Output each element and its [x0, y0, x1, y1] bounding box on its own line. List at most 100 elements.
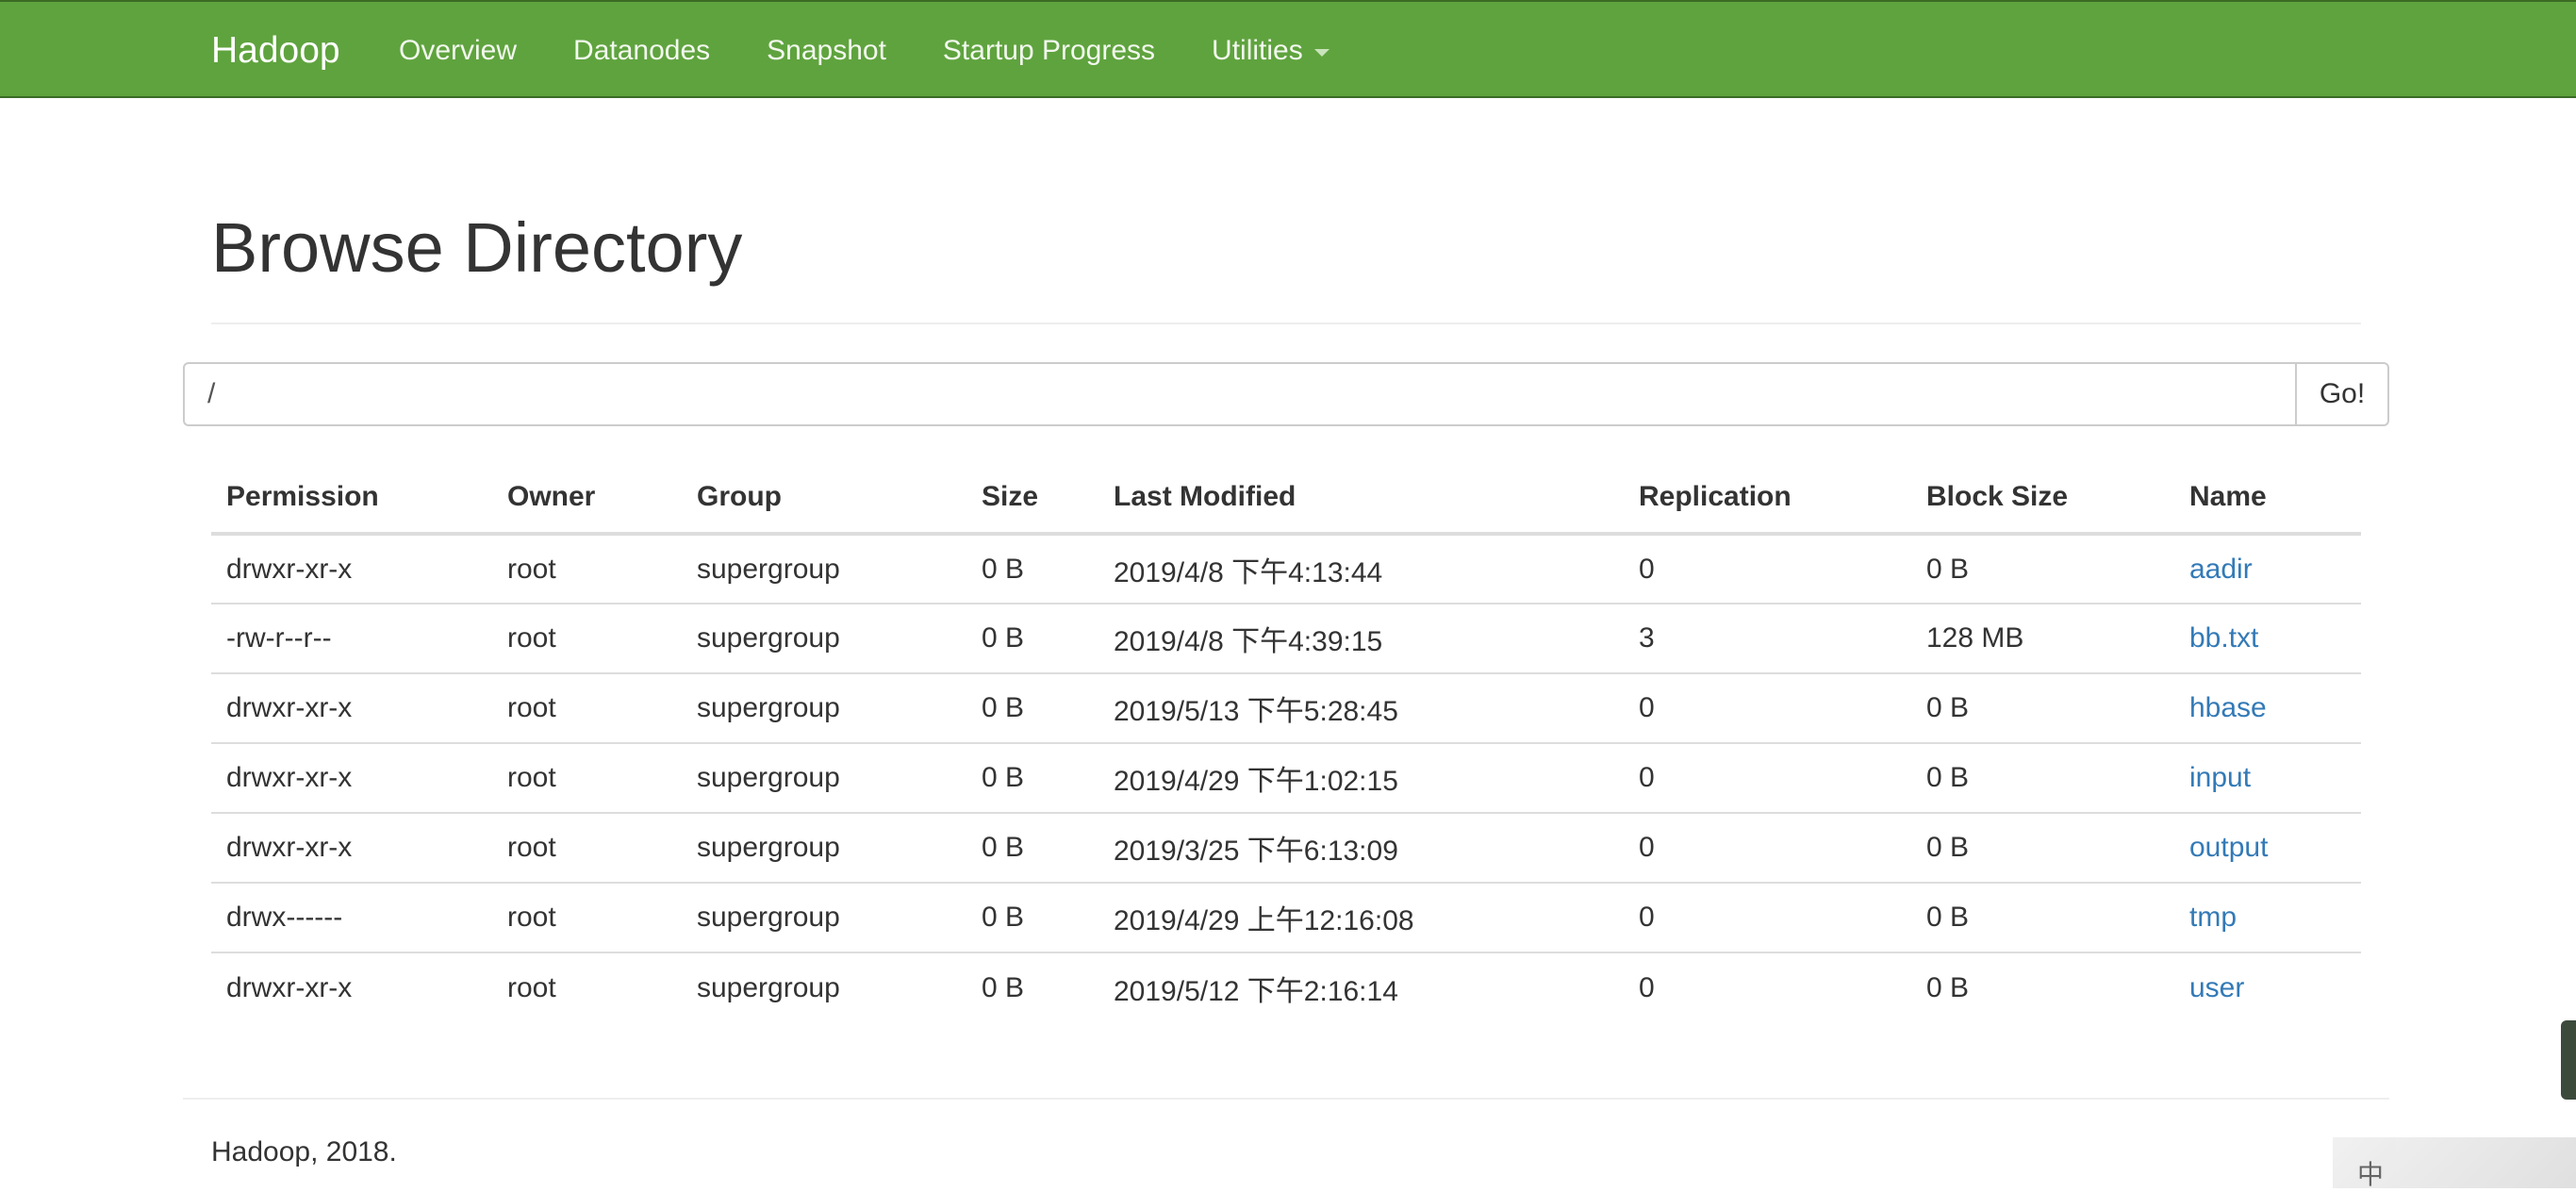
directory-table: Permission Owner Group Size Last Modifie…: [211, 462, 2361, 1022]
column-header-name[interactable]: Name: [2174, 462, 2361, 536]
cell-last-modified: 2019/4/8 下午4:13:44: [1114, 556, 1383, 588]
cell-last-modified: 2019/5/13 下午5:28:45: [1098, 672, 1624, 743]
go-button[interactable]: Go!: [2295, 362, 2389, 426]
caret-down-icon: [1313, 49, 1329, 57]
cell-replication: 0: [1624, 812, 1911, 883]
cell-group: supergroup: [682, 882, 966, 952]
watermark: 中: [2333, 1137, 2576, 1189]
column-header-group[interactable]: Group: [682, 462, 966, 536]
cell-replication: 0: [1624, 882, 1911, 952]
cell-permission: drwxr-xr-x: [211, 672, 492, 743]
nav-item-snapshot[interactable]: Snapshot: [738, 2, 915, 100]
name-link[interactable]: input: [2189, 762, 2251, 793]
cell-permission: drwxr-xr-x: [226, 553, 353, 585]
column-header-owner[interactable]: Owner: [492, 462, 682, 536]
name-link[interactable]: bb.txt: [2189, 622, 2258, 654]
name-link[interactable]: aadir: [2189, 554, 2253, 585]
cell-owner: root: [492, 952, 682, 1022]
cell-owner: root: [492, 672, 682, 743]
cell-permission: drwxr-xr-x: [211, 742, 492, 813]
nav-item-label: Startup Progress: [942, 35, 1156, 66]
cell-replication: 0: [1639, 553, 1655, 585]
cell-group: supergroup: [697, 553, 840, 585]
cell-owner: root: [492, 882, 682, 952]
table-row: -rw-r--r-- root supergroup 0 B 2019/4/8 …: [211, 603, 2361, 673]
cell-size: 0 B: [966, 952, 1098, 1022]
table-row: drwxr-xr-x root supergroup 0 B 2019/5/12…: [211, 952, 2361, 1022]
cell-last-modified: 2019/5/12 下午2:16:14: [1098, 952, 1624, 1022]
cell-last-modified: 2019/4/8 下午4:39:15: [1098, 603, 1624, 673]
navbar: Hadoop Overview Datanodes Snapshot Start…: [0, 0, 2576, 98]
cell-group: supergroup: [682, 672, 966, 743]
column-header-permission[interactable]: Permission: [211, 462, 492, 536]
cell-size: 0 B: [982, 553, 1025, 585]
name-link[interactable]: output: [2189, 832, 2268, 863]
cell-permission: -rw-r--r--: [211, 603, 492, 673]
cell-replication: 0: [1624, 672, 1911, 743]
column-header-block-size[interactable]: Block Size: [1911, 462, 2174, 536]
cell-block-size: 0 B: [1911, 742, 2174, 813]
cell-last-modified: 2019/3/25 下午6:13:09: [1098, 812, 1624, 883]
cell-name: input: [2174, 742, 2361, 813]
cell-name: user: [2174, 952, 2361, 1022]
cell-size: 0 B: [966, 742, 1098, 813]
cell-group: supergroup: [682, 952, 966, 1022]
cell-last-modified: 2019/4/29 上午12:16:08: [1098, 882, 1624, 952]
cell-block-size: 0 B: [1926, 553, 1970, 585]
cell-permission: drwx------: [211, 882, 492, 952]
cell-block-size: 128 MB: [1911, 603, 2174, 673]
column-header-last-modified[interactable]: Last Modified: [1098, 462, 1624, 536]
nav-item-utilities-dropdown[interactable]: Utilities: [1183, 2, 1358, 100]
cell-replication: 3: [1624, 603, 1911, 673]
footer-divider: [183, 1098, 2389, 1100]
page-title: Browse Directory: [211, 208, 743, 287]
nav-item-label: Utilities: [1212, 35, 1303, 66]
cell-name: bb.txt: [2174, 603, 2361, 673]
cell-owner: root: [492, 742, 682, 813]
nav-menu: Overview Datanodes Snapshot Startup Prog…: [371, 2, 1358, 100]
cell-permission: drwxr-xr-x: [211, 812, 492, 883]
cell-block-size: 0 B: [1911, 952, 2174, 1022]
cell-owner: root: [507, 553, 556, 585]
cell-name: hbase: [2174, 672, 2361, 743]
nav-item-overview[interactable]: Overview: [371, 2, 545, 100]
cell-size: 0 B: [966, 812, 1098, 883]
cell-name: tmp: [2174, 882, 2361, 952]
cell-size: 0 B: [966, 882, 1098, 952]
cell-group: supergroup: [682, 742, 966, 813]
cell-block-size: 0 B: [1911, 882, 2174, 952]
table-row: drwxr-xr-x root supergroup 0 B 2019/4/29…: [211, 742, 2361, 813]
cell-name: output: [2174, 812, 2361, 883]
column-header-size[interactable]: Size: [966, 462, 1098, 536]
path-search-group: Go!: [183, 362, 2389, 426]
name-link[interactable]: tmp: [2189, 902, 2237, 933]
path-input[interactable]: [183, 362, 2295, 426]
watermark-glyph: 中: [2357, 1160, 2385, 1189]
cell-group: supergroup: [682, 603, 966, 673]
nav-item-label: Snapshot: [767, 35, 886, 66]
cell-replication: 0: [1624, 952, 1911, 1022]
table-row: drwxr-xr-x root supergroup 0 B 2019/4/8 …: [211, 534, 2361, 604]
name-link[interactable]: hbase: [2189, 692, 2267, 723]
table-header-row: Permission Owner Group Size Last Modifie…: [211, 462, 2361, 536]
side-panel-handle[interactable]: [2561, 1020, 2576, 1100]
brand-link[interactable]: Hadoop: [211, 28, 340, 74]
table-row: drwxr-xr-x root supergroup 0 B 2019/5/13…: [211, 672, 2361, 743]
header-divider: [211, 323, 2361, 324]
cell-last-modified: 2019/4/29 下午1:02:15: [1098, 742, 1624, 813]
table-row: drwxr-xr-x root supergroup 0 B 2019/3/25…: [211, 812, 2361, 883]
cell-block-size: 0 B: [1911, 672, 2174, 743]
nav-item-datanodes[interactable]: Datanodes: [545, 2, 738, 100]
nav-item-startup-progress[interactable]: Startup Progress: [915, 2, 1183, 100]
nav-item-label: Datanodes: [573, 35, 711, 66]
footer-text: Hadoop, 2018.: [211, 1136, 397, 1167]
cell-group: supergroup: [682, 812, 966, 883]
cell-block-size: 0 B: [1911, 812, 2174, 883]
column-header-replication[interactable]: Replication: [1624, 462, 1911, 536]
name-link[interactable]: user: [2189, 972, 2244, 1003]
nav-item-label: Overview: [399, 35, 518, 66]
cell-permission: drwxr-xr-x: [211, 952, 492, 1022]
cell-owner: root: [492, 603, 682, 673]
cell-size: 0 B: [966, 603, 1098, 673]
cell-owner: root: [492, 812, 682, 883]
